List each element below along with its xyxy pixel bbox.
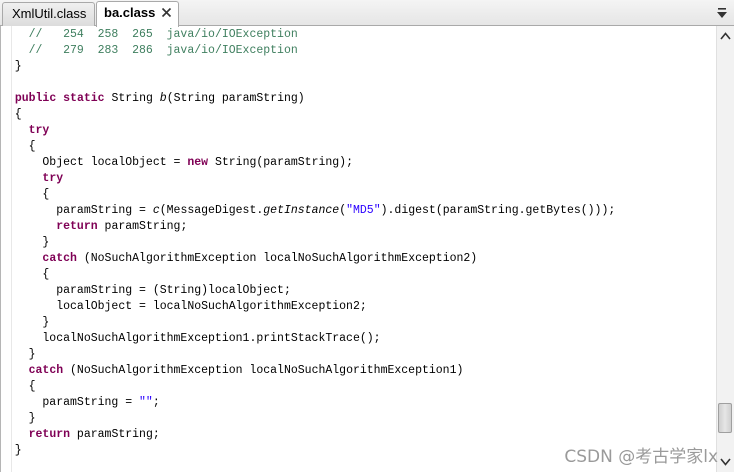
code-token: }	[1, 236, 50, 249]
code-token: new	[187, 156, 209, 169]
code-line: localObject = localNoSuchAlgorithmExcept…	[1, 299, 367, 315]
arrow-up-icon[interactable]	[720, 32, 731, 40]
code-token: }	[1, 316, 50, 329]
code-token: (NoSuchAlgorithmException localNoSuchAlg…	[76, 252, 478, 265]
code-token: catch	[42, 252, 77, 265]
code-line: {	[1, 107, 22, 123]
code-line: try	[1, 123, 50, 139]
code-token: }	[1, 348, 36, 361]
code-token: localNoSuchAlgorithmException1.printStac…	[1, 332, 381, 345]
code-line: }	[1, 411, 36, 427]
code-line: try	[1, 171, 63, 187]
vertical-scrollbar[interactable]	[716, 26, 734, 472]
code-token: ).digest(paramString.getBytes()));	[380, 204, 616, 217]
code-line: paramString = c(MessageDigest.getInstanc…	[1, 203, 615, 219]
code-token: localObject = localNoSuchAlgorithmExcept…	[1, 300, 367, 313]
code-token: String(paramString);	[208, 156, 353, 169]
code-token: return	[56, 220, 98, 233]
code-token: }	[1, 60, 22, 73]
scrollbar-thumb[interactable]	[718, 403, 732, 433]
code-line: catch (NoSuchAlgorithmException localNoS…	[1, 251, 477, 267]
code-line: }	[1, 443, 22, 459]
code-token: ;	[152, 396, 160, 409]
code-token: return	[28, 428, 71, 441]
code-token: String	[104, 92, 160, 105]
code-line: catch (NoSuchAlgorithmException localNoS…	[1, 363, 464, 379]
code-line: {	[1, 139, 36, 155]
code-line: {	[1, 379, 36, 395]
code-line: {	[1, 187, 49, 203]
code-line: }	[1, 235, 49, 251]
code-line: Object localObject = new String(paramStr…	[1, 155, 353, 171]
code-token: static	[63, 92, 105, 105]
tab-label: XmlUtil.class	[12, 6, 87, 21]
code-line: }	[1, 315, 49, 331]
code-token: // 279 283 286 java/io/IOException	[28, 44, 298, 57]
code-token: {	[1, 188, 50, 201]
code-line: {	[1, 267, 49, 283]
code-token: "MD5"	[346, 204, 381, 217]
code-token: }	[1, 444, 22, 457]
code-token: {	[1, 108, 22, 121]
code-token: paramString =	[1, 204, 153, 217]
code-token: paramString;	[70, 428, 160, 441]
code-token: try	[42, 172, 64, 185]
code-line: return paramString;	[1, 219, 187, 235]
code-token: public	[14, 92, 57, 105]
code-token: (String paramString)	[166, 92, 305, 105]
code-token: Object localObject =	[1, 156, 188, 169]
editor-tab-bar: XmlUtil.class ba.class	[0, 0, 734, 27]
code-line: // 279 283 286 java/io/IOException	[1, 43, 298, 59]
code-token: getInstance	[263, 204, 340, 217]
watermark-text: CSDN @考古学家lx	[564, 447, 718, 467]
tab-label: ba.class	[104, 5, 156, 20]
chevron-down-icon[interactable]	[716, 6, 728, 20]
code-token: ""	[139, 396, 153, 409]
code-line: localNoSuchAlgorithmException1.printStac…	[1, 331, 381, 347]
code-line: paramString = "";	[1, 395, 160, 411]
code-token: {	[1, 140, 36, 153]
code-line: }	[1, 59, 22, 75]
code-line: }	[1, 347, 36, 363]
code-token: // 254 258 265 java/io/IOException	[28, 28, 298, 41]
code-line: paramString = (String)localObject;	[1, 283, 291, 299]
arrow-down-icon[interactable]	[720, 458, 731, 466]
code-token: catch	[28, 364, 64, 377]
code-token: {	[1, 268, 50, 281]
code-token: paramString = (String)localObject;	[1, 284, 291, 297]
code-line: return paramString;	[1, 427, 160, 443]
code-editor[interactable]: // 254 258 265 java/io/IOException // 27…	[0, 26, 734, 472]
code-token: c	[152, 204, 160, 217]
close-icon[interactable]	[161, 7, 172, 18]
tab-xmlutil-class[interactable]: XmlUtil.class	[2, 2, 95, 26]
code-line: // 254 258 265 java/io/IOException	[1, 27, 298, 43]
tab-ba-class[interactable]: ba.class	[96, 1, 179, 27]
code-token: b	[159, 92, 167, 105]
code-token: paramString;	[97, 220, 188, 233]
code-token: (MessageDigest.	[159, 204, 264, 217]
code-token: (NoSuchAlgorithmException localNoSuchAlg…	[63, 364, 464, 377]
code-token: try	[28, 124, 50, 137]
code-token: }	[1, 412, 36, 425]
code-line: public static String b(String paramStrin…	[1, 91, 305, 107]
code-token: paramString =	[1, 396, 140, 409]
code-token: {	[1, 380, 36, 393]
